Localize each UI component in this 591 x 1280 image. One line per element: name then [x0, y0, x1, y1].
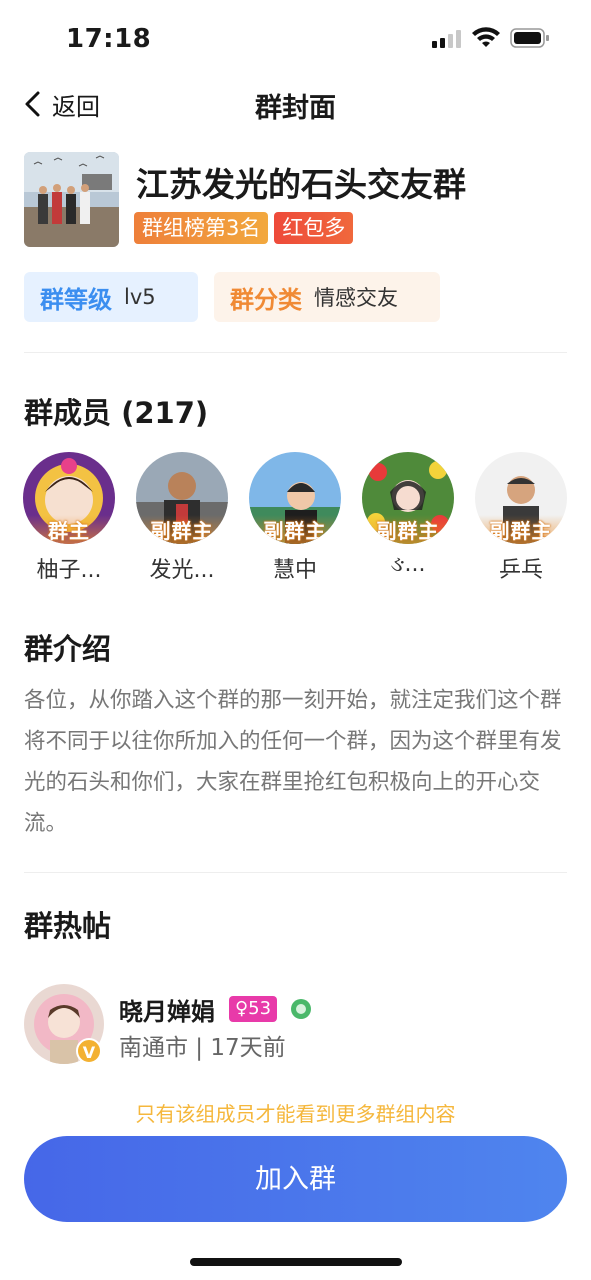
avatar: 副群主 — [362, 452, 454, 544]
signal-icon — [432, 30, 461, 48]
member-item[interactable]: 副群主 慧中 — [248, 452, 342, 584]
post-location-time: 南通市 | 17天前 — [119, 1035, 286, 1061]
group-category-label: 群分类 — [230, 285, 302, 314]
members-section-title: 群成员 (217) — [24, 396, 209, 430]
status-bar: 17:18 — [0, 0, 591, 78]
member-role-badge: 副群主 — [249, 515, 341, 544]
member-list: 群主 柚子... 副群主 发光... 副群主 慧中 副群主 ઙ... 副群主 乒… — [22, 452, 582, 584]
group-level-label: 群等级 — [40, 285, 112, 314]
group-header: 江苏发光的石头交友群 群组榜第3名 红包多 — [24, 152, 569, 248]
member-role-badge: 副群主 — [475, 515, 567, 544]
group-name: 江苏发光的石头交友群 — [136, 165, 466, 204]
avatar: 群主 — [23, 452, 115, 544]
group-category-chip: 群分类 情感交友 — [214, 272, 440, 322]
member-item[interactable]: 副群主 发光... — [135, 452, 229, 584]
group-category-value: 情感交友 — [314, 286, 398, 310]
group-level-value: lv5 — [124, 285, 156, 309]
group-tags: 群组榜第3名 红包多 — [134, 212, 354, 244]
hot-post-item[interactable]: V 晓月婵娟 ♀53 南通市 | 17天前 — [24, 984, 569, 1074]
group-intro-text: 各位，从你踏入这个群的那一刻开始，就注定我们这个群将不同于以往你所加入的任何一个… — [24, 688, 562, 836]
status-time: 17:18 — [66, 24, 152, 54]
gender-age-badge: ♀53 — [229, 996, 278, 1022]
member-role-badge: 副群主 — [136, 515, 228, 544]
verified-icon: V — [76, 1038, 102, 1064]
wifi-icon — [472, 27, 500, 47]
member-role-badge: 群主 — [23, 515, 115, 544]
rank-badge[interactable]: 群组榜第3名 — [134, 212, 269, 244]
avatar: 副群主 — [249, 452, 341, 544]
level-icon — [291, 999, 311, 1019]
group-info-chips: 群等级 lv5 群分类 情感交友 — [24, 272, 440, 322]
red-packet-badge: 红包多 — [274, 212, 354, 244]
avatar: 副群主 — [136, 452, 228, 544]
divider — [24, 872, 567, 873]
join-group-button[interactable]: 加入群 — [24, 1136, 567, 1222]
group-cover-image — [24, 152, 119, 247]
hot-posts-section-title: 群热帖 — [24, 909, 112, 943]
member-item[interactable]: 副群主 ઙ... — [361, 452, 455, 577]
member-item[interactable]: 群主 柚子... — [22, 452, 116, 584]
post-author-name: 晓月婵娟 — [119, 998, 215, 1026]
member-item[interactable]: 副群主 乒乓 — [474, 452, 568, 584]
page-title: 群封面 — [255, 93, 336, 124]
group-level-chip: 群等级 lv5 — [24, 272, 198, 322]
members-only-note: 只有该组成员才能看到更多群组内容 — [135, 1102, 456, 1126]
member-name: ઙ... — [390, 552, 426, 577]
member-name: 慧中 — [272, 558, 317, 583]
battery-icon — [510, 28, 549, 48]
member-role-badge: 副群主 — [362, 515, 454, 544]
intro-section-title: 群介绍 — [24, 632, 112, 666]
avatar: 副群主 — [475, 452, 567, 544]
nav-bar: 返回 群封面 — [0, 78, 591, 130]
home-indicator — [190, 1258, 402, 1266]
member-name: 柚子... — [36, 558, 102, 583]
divider — [24, 352, 567, 353]
member-name: 乒乓 — [498, 558, 543, 583]
member-name: 发光... — [149, 558, 215, 583]
